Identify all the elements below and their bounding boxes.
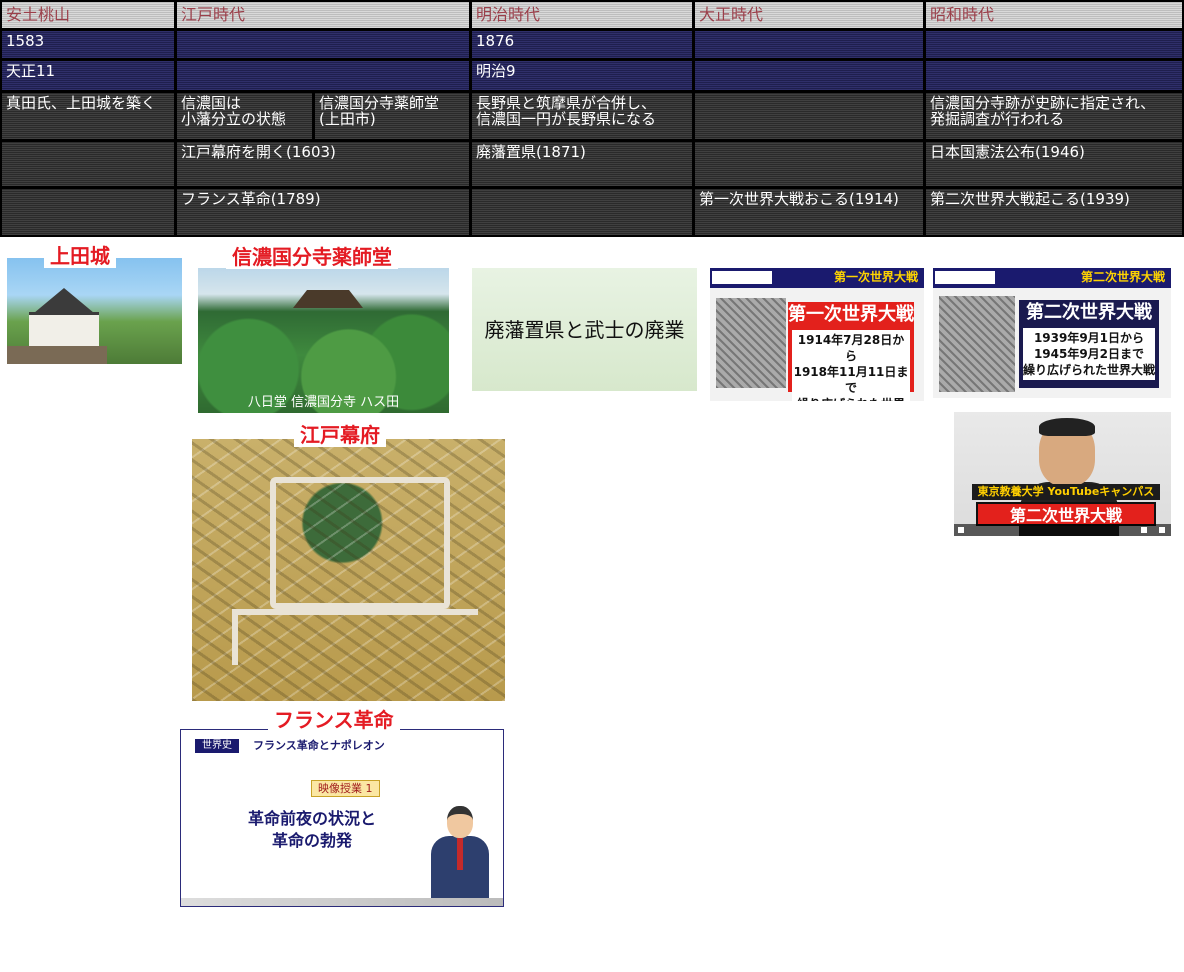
cell-event-azuchi: 真田氏、上田城を築く (2, 93, 174, 139)
cell-era-showa (926, 61, 1182, 90)
cell-japan-meiji: 廃藩置県(1871) (472, 142, 692, 186)
cell-japan-edo: 江戸幕府を開く(1603) (177, 142, 469, 186)
cell-world-showa: 第二次世界大戦起こる(1939) (926, 189, 1182, 235)
settings-icon[interactable] (1141, 527, 1147, 533)
cell-event-showa: 信濃国分寺跡が史跡に指定され、 発掘調査が行われる (926, 93, 1182, 139)
ww2-photos (939, 296, 1015, 392)
ww2-image[interactable]: 第二次世界大戦 第二次世界大戦 1939年9月1日から 1945年9月2日まで … (933, 268, 1171, 398)
cell-world-taisho: 第一次世界大戦おこる(1914) (695, 189, 923, 235)
ww2-video-player[interactable]: 東京教養大学 YouTubeキャンパス 第二次世界大戦 (954, 412, 1171, 536)
cell-event-edo-a: 信濃国は 小藩分立の状態 (177, 93, 312, 139)
edo-caption: 江戸幕府 (294, 423, 386, 447)
ueda-castle-image[interactable] (7, 258, 182, 364)
cell-world-meiji (472, 189, 692, 235)
subject-tag: 世界史 (195, 739, 239, 753)
yakushido-overlay-text: 八日堂 信濃国分寺 ハス田 (247, 395, 400, 410)
lesson-badge: 映像授業 1 (311, 780, 380, 797)
yakushido-image[interactable]: 八日堂 信濃国分寺 ハス田 (198, 268, 449, 413)
cell-era-meiji: 明治9 (472, 61, 692, 90)
haihan-chiken-image[interactable]: 廃藩置県と武士の廃業 (472, 268, 697, 391)
ww1-image[interactable]: 第一次世界大戦 第一次世界大戦 1914年7月28日から 1918年11月11日… (710, 268, 924, 401)
cell-japan-showa: 日本国憲法公布(1946) (926, 142, 1182, 186)
header-azuchi-momoyama: 安土桃山 (2, 2, 174, 28)
lesson-title: フランス革命とナポレオン (253, 739, 385, 752)
ww2-bar: 第二次世界大戦 (933, 268, 1171, 288)
french-revolution-thumbnail[interactable]: 世界史 フランス革命とナポレオン 映像授業 1 革命前夜の状況と 革命の勃発 (180, 729, 504, 907)
video-banner-top: 東京教養大学 YouTubeキャンパス (972, 484, 1160, 500)
video-controls[interactable] (954, 524, 1171, 536)
ww1-title-box: 第一次世界大戦 1914年7月28日から 1918年11月11日まで 繰り広げら… (788, 302, 914, 401)
cell-year-taisho (695, 31, 923, 58)
cell-world-edo: フランス革命(1789) (177, 189, 469, 235)
header-showa: 昭和時代 (926, 2, 1182, 28)
cell-era-azuchi: 天正11 (2, 61, 174, 90)
cell-year-showa (926, 31, 1182, 58)
cell-year-edo (177, 31, 469, 58)
cell-event-edo-b: 信濃国分寺薬師堂 (上田市) (315, 93, 469, 139)
play-icon[interactable] (958, 527, 964, 533)
cell-japan-taisho (695, 142, 923, 186)
ueda-castle-caption: 上田城 (44, 244, 116, 268)
ww2-title-box: 第二次世界大戦 1939年9月1日から 1945年9月2日まで 繰り広げられた世… (1019, 300, 1159, 388)
timeline-table: 安土桃山 江戸時代 明治時代 大正時代 昭和時代 1583 1876 天正11 … (0, 0, 1184, 237)
ww1-bar: 第一次世界大戦 (710, 268, 924, 288)
header-taisho: 大正時代 (695, 2, 923, 28)
header-edo: 江戸時代 (177, 2, 469, 28)
fullscreen-icon[interactable] (1159, 527, 1165, 533)
french-revolution-caption: フランス革命 (268, 708, 400, 732)
cell-event-meiji: 長野県と筑摩県が合併し、 信濃国一円が長野県になる (472, 93, 692, 139)
cell-event-taisho (695, 93, 923, 139)
edo-map-image[interactable] (192, 439, 505, 701)
teacher-figure (431, 806, 489, 906)
cell-era-taisho (695, 61, 923, 90)
cell-world-azuchi (2, 189, 174, 235)
header-meiji: 明治時代 (472, 2, 692, 28)
yakushido-caption: 信濃国分寺薬師堂 (226, 245, 398, 269)
cell-era-edo (177, 61, 469, 90)
video-progress-bar[interactable] (181, 898, 503, 906)
cell-year-azuchi: 1583 (2, 31, 174, 58)
cell-japan-azuchi (2, 142, 174, 186)
presenter-hair (1039, 418, 1095, 436)
cell-year-meiji: 1876 (472, 31, 692, 58)
ww1-photos (716, 298, 786, 388)
video-banner-main: 第二次世界大戦 (976, 502, 1156, 526)
